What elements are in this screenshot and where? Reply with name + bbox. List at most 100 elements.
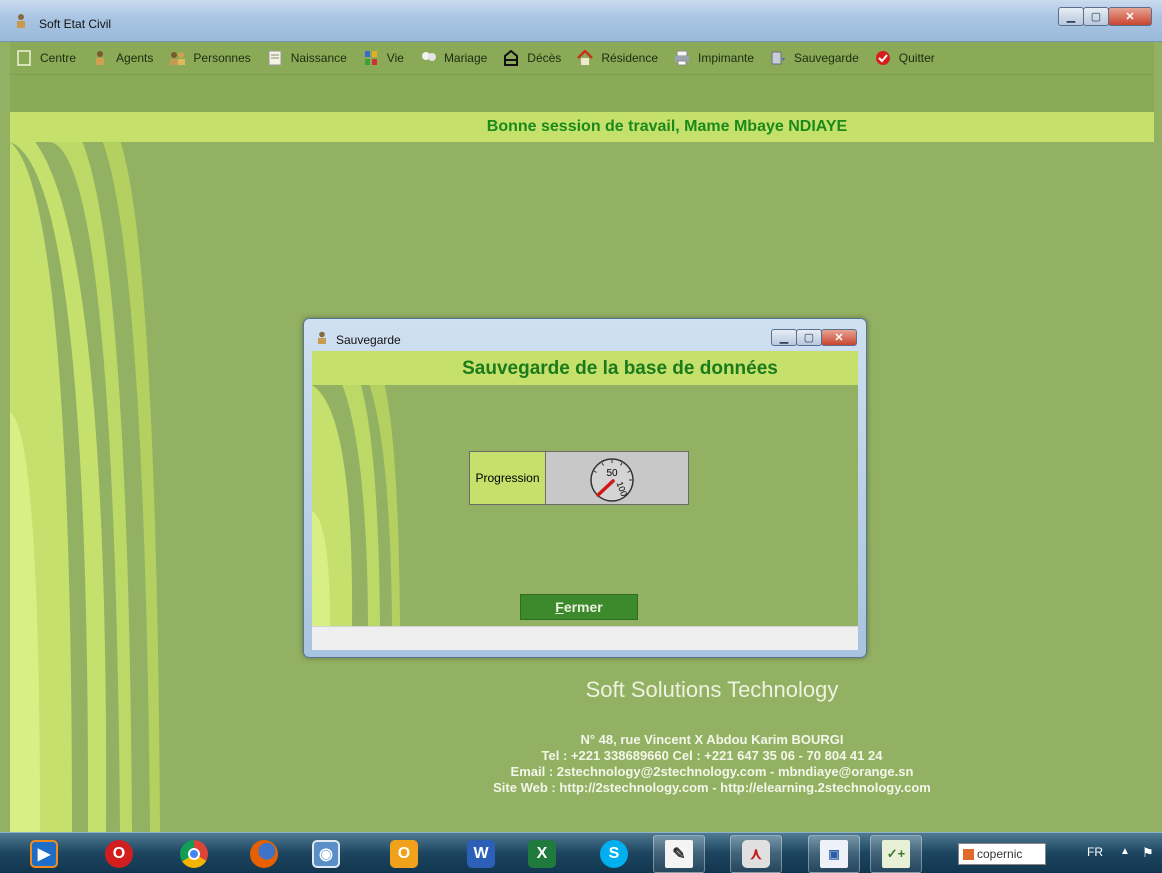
window-title: Soft Etat Civil (39, 17, 112, 31)
menu-label: Agents (116, 51, 154, 65)
word-icon: W (467, 840, 495, 868)
menu-item-deces[interactable]: Décès (497, 42, 561, 74)
skype-icon: S (600, 840, 628, 868)
copernic-text: copernic (977, 847, 1023, 861)
taskbar-firefox[interactable] (238, 835, 290, 873)
outlook-icon: O (390, 840, 418, 868)
dialog-heading: Sauvegarde de la base de données (462, 358, 778, 379)
show-hidden-icons-icon[interactable]: ▲ (1120, 846, 1130, 857)
taskbar-excel[interactable]: X (516, 835, 568, 873)
menu-item-naissance[interactable]: Naissance (261, 42, 347, 74)
progress-label: Progression (470, 452, 546, 504)
close-icon: ✕ (1125, 11, 1135, 23)
dialog-body: Sauvegarde de la base de données Progres… (312, 351, 858, 626)
backup-dialog: Sauvegarde ▁ ▢ ✕ Sauvegarde de la base d… (303, 318, 867, 658)
greeting-text: Bonne session de travail, Mame Mbaye NDI… (486, 118, 848, 135)
taskbar-word[interactable]: W (455, 835, 507, 873)
company-phone: Tel : +221 338689660 Cel : +221 647 35 0… (541, 748, 883, 763)
taskbar-active-window[interactable]: ▣ (808, 835, 860, 873)
house-icon (577, 50, 594, 66)
fermer-button[interactable]: Fermer (520, 594, 638, 620)
copernic-icon (963, 848, 974, 860)
app-logo-icon (318, 331, 326, 344)
toolbar-strip (10, 74, 1154, 112)
menu-item-vie[interactable]: Vie (357, 42, 404, 74)
minimize-icon: ▁ (1066, 11, 1076, 23)
printer-icon (674, 50, 690, 66)
dialog-maximize-button[interactable]: ▢ (796, 329, 822, 346)
menu-label: Naissance (290, 51, 347, 65)
menu-label: Personnes (193, 51, 251, 65)
button-label: ermer (563, 599, 603, 615)
window-icon: ▣ (820, 840, 848, 868)
taskbar-notepad-plus[interactable]: ✓+ (870, 835, 922, 873)
menu-label: Mariage (443, 51, 488, 65)
menu-item-residence[interactable]: Résidence (571, 42, 658, 74)
title-bar: Soft Etat Civil ▁ ▢ ✕ (0, 0, 1162, 42)
notepad-icon: ✎ (665, 840, 693, 868)
blank-page-icon (16, 50, 32, 66)
backup-icon (770, 50, 786, 66)
menu-label: Sauvegarde (794, 51, 859, 65)
action-center-flag-icon[interactable]: ⚑ (1142, 845, 1154, 861)
acrobat-icon: ⋏ (742, 840, 770, 868)
taskbar-acrobat[interactable]: ⋏ (730, 835, 782, 873)
dialog-minimize-button[interactable]: ▁ (771, 329, 797, 346)
document-icon (267, 50, 283, 66)
menu-item-imprimante[interactable]: Impimante (668, 42, 754, 74)
menu-label: Centre (40, 51, 77, 65)
progress-gauge-icon: 50 100 (590, 458, 634, 502)
dialog-status-bar (312, 626, 858, 650)
menu-item-centre[interactable]: Centre (10, 42, 76, 74)
menu-label: Quitter (898, 51, 935, 65)
minimize-button[interactable]: ▁ (1058, 7, 1084, 26)
agent-icon (92, 50, 108, 66)
menu-label: Impimante (698, 51, 755, 65)
dialog-close-button[interactable]: ✕ (821, 329, 857, 346)
firefox-icon (250, 840, 278, 868)
language-indicator[interactable]: FR (1087, 845, 1103, 859)
progress-panel: Progression 50 100 (469, 451, 689, 505)
menu-item-sauvegarde[interactable]: Sauvegarde (764, 42, 859, 74)
taskbar-outlook[interactable]: O (378, 835, 430, 873)
excel-icon: X (528, 840, 556, 868)
taskbar-app[interactable]: ◉ (300, 835, 352, 873)
people-icon (169, 50, 186, 66)
app-logo-icon (17, 14, 25, 28)
check-circle-icon (875, 50, 891, 66)
close-window-button[interactable]: ✕ (1108, 7, 1152, 26)
taskbar-opera[interactable]: O (93, 835, 145, 873)
button-accesskey: F (555, 599, 564, 615)
menu-label: Résidence (601, 51, 659, 65)
chrome-icon (180, 840, 208, 868)
gauge-label-50: 50 (606, 468, 618, 479)
coffin-icon (503, 50, 519, 66)
menu-label: Vie (386, 51, 404, 65)
taskbar-skype[interactable]: S (588, 835, 640, 873)
menu-item-personnes[interactable]: Personnes (163, 42, 251, 74)
menu-item-quitter[interactable]: Quitter (869, 42, 935, 74)
app-icon: ◉ (312, 840, 340, 868)
dialog-title: Sauvegarde (336, 333, 401, 347)
notepad-plus-icon: ✓+ (882, 840, 910, 868)
maximize-button[interactable]: ▢ (1083, 7, 1109, 26)
taskbar-chrome[interactable] (168, 835, 220, 873)
copernic-search-box[interactable]: copernic (958, 843, 1046, 865)
couple-icon (420, 50, 436, 66)
media-player-icon: ▶ (30, 840, 58, 868)
close-icon: ✕ (834, 332, 844, 344)
opera-icon: O (105, 840, 133, 868)
company-email: Email : 2stechnology@2stechnology.com - … (510, 764, 914, 779)
maximize-icon: ▢ (1090, 11, 1102, 23)
taskbar: ▶ O ◉ O W X S ✎ ⋏ ▣ ✓+ copernic FR ▲ ⚑ (0, 832, 1162, 873)
company-address: N° 48, rue Vincent X Abdou Karim BOURGI (580, 732, 844, 747)
maximize-icon: ▢ (803, 332, 815, 344)
taskbar-notepad[interactable]: ✎ (653, 835, 705, 873)
company-name: Soft Solutions Technology (585, 677, 839, 702)
menu-bar: Centre Agents Personnes Naissance Vie Ma… (10, 42, 1154, 74)
menu-item-mariage[interactable]: Mariage (414, 42, 487, 74)
menu-item-agents[interactable]: Agents (86, 42, 153, 74)
minimize-icon: ▁ (779, 332, 789, 344)
company-website: Site Web : http://2stechnology.com - htt… (493, 780, 931, 795)
taskbar-media-player[interactable]: ▶ (18, 835, 70, 873)
